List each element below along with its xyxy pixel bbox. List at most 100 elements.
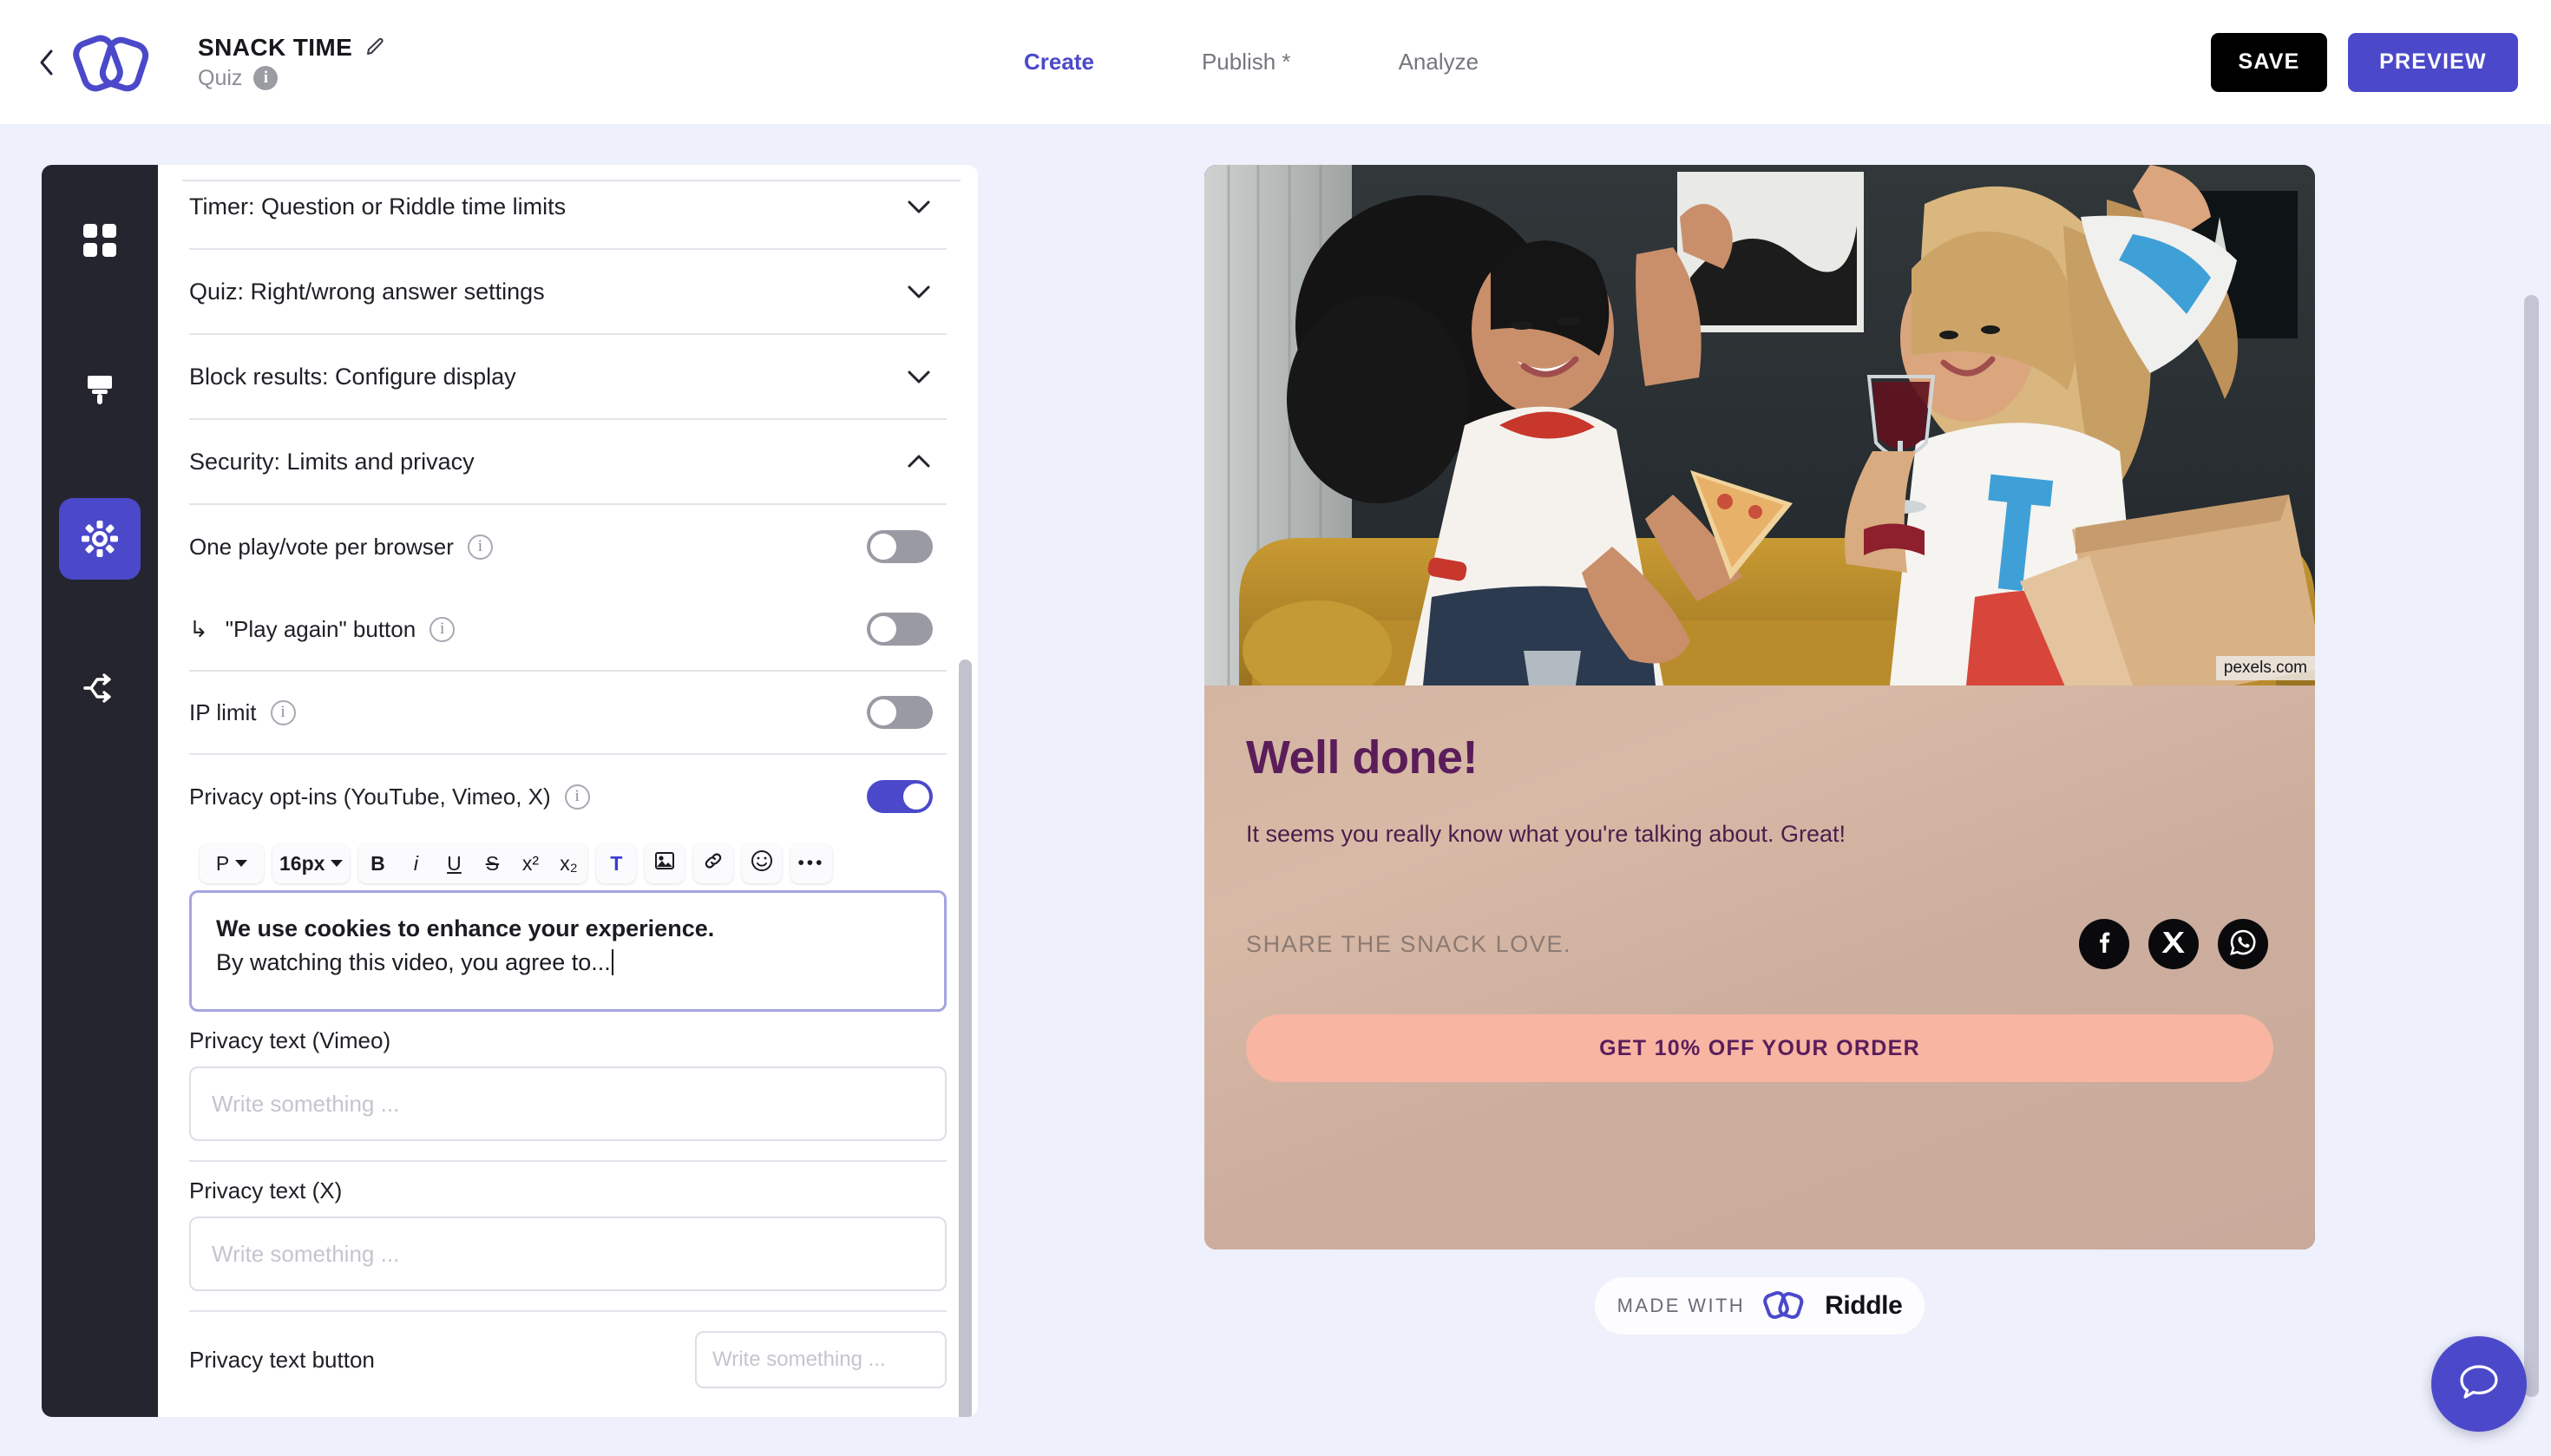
italic-label: i [413, 851, 418, 875]
info-icon[interactable]: i [564, 784, 590, 810]
link-icon [703, 850, 724, 876]
privacy-text-editor: P 16px B i U S x² x₂ T ••• We use cookie… [189, 838, 947, 1012]
accordion-block-results[interactable]: Block results: Configure display [189, 335, 947, 420]
toggle-ip-limit[interactable] [867, 696, 933, 729]
subscript-button[interactable]: x₂ [549, 843, 587, 883]
underline-button[interactable]: U [435, 843, 473, 883]
info-icon[interactable]: i [467, 534, 493, 560]
result-subtitle: It seems you really know what you're tal… [1246, 821, 1846, 847]
x-share-button[interactable] [2148, 919, 2199, 969]
strikethrough-label: S [485, 851, 500, 875]
setting-label: Privacy opt-ins (YouTube, Vimeo, X) [189, 783, 551, 810]
tab-analyze[interactable]: Analyze [1399, 49, 1479, 75]
chevron-down-icon [905, 363, 933, 390]
editor-toolbar: P 16px B i U S x² x₂ T ••• [189, 842, 947, 889]
tab-create[interactable]: Create [1024, 49, 1094, 75]
toggle-knob [870, 699, 896, 725]
project-type-label: Quiz [198, 65, 243, 90]
text-caret [611, 949, 613, 976]
facebook-icon [2089, 928, 2119, 961]
sidebar-item-share[interactable] [59, 647, 141, 729]
result-photo: pexels.com [1204, 165, 2315, 685]
whatsapp-icon [2228, 928, 2258, 961]
save-button[interactable]: SAVE [2211, 32, 2327, 92]
made-with-label: MADE WITH [1617, 1295, 1746, 1316]
chevron-up-icon [905, 448, 933, 475]
sidebar-item-settings[interactable] [59, 498, 141, 580]
block-format-label: P [215, 851, 230, 875]
grid-icon [82, 222, 118, 259]
privacy-text-youtube-input[interactable]: We use cookies to enhance your experienc… [189, 890, 947, 1012]
page-scrollbar[interactable] [2524, 295, 2539, 1397]
accordion-security[interactable]: Security: Limits and privacy [189, 420, 947, 505]
project-title-block: SNACK TIME Quiz i [198, 34, 386, 91]
more-options-button[interactable]: ••• [790, 843, 832, 883]
info-icon[interactable]: i [430, 616, 456, 642]
cta-button[interactable]: GET 10% OFF YOUR ORDER [1246, 1014, 2273, 1082]
sidebar-item-design[interactable] [59, 349, 141, 430]
block-format-dropdown[interactable]: P [200, 843, 264, 883]
italic-button[interactable]: i [397, 843, 435, 883]
setting-one-play-per-browser: One play/vote per browser i [189, 505, 947, 588]
emoji-icon [751, 849, 773, 877]
toggle-one-play-per-browser[interactable] [867, 530, 933, 563]
accordion-timer[interactable]: Timer: Question or Riddle time limits [189, 165, 947, 250]
chevron-down-icon [235, 860, 248, 867]
subscript-label: x₂ [560, 851, 578, 875]
superscript-button[interactable]: x² [511, 843, 549, 883]
bold-button[interactable]: B [358, 843, 397, 883]
editor-line-2-text: By watching this video, you agree to... [216, 949, 611, 976]
info-icon[interactable]: i [253, 66, 279, 90]
page-title: SNACK TIME [198, 33, 353, 61]
riddle-logo-icon[interactable] [66, 23, 156, 102]
toggle-play-again-button[interactable] [867, 613, 933, 646]
paintbrush-icon [82, 371, 118, 408]
settings-panel: Timer: Question or Riddle time limits Qu… [158, 165, 978, 1417]
riddle-logo-icon [1762, 1287, 1807, 1326]
field-label: Privacy text (X) [189, 1177, 343, 1203]
tab-publish[interactable]: Publish * [1202, 49, 1291, 75]
settings-panel-scrollbar[interactable] [959, 659, 972, 1417]
topbar-actions: SAVE PREVIEW [2211, 0, 2518, 124]
privacy-text-x-input[interactable] [189, 1217, 947, 1291]
toggle-privacy-optins[interactable] [867, 780, 933, 813]
quiz-preview-card: pexels.com Well done! It seems you reall… [1204, 165, 2315, 1249]
field-privacy-text-vimeo: Privacy text (Vimeo) [189, 1012, 947, 1162]
privacy-text-button-input[interactable] [695, 1331, 947, 1388]
strikethrough-button[interactable]: S [473, 843, 511, 883]
font-size-dropdown[interactable]: 16px [272, 843, 351, 883]
accordion-quiz[interactable]: Quiz: Right/wrong answer settings [189, 250, 947, 335]
result-title: Well done! [1246, 731, 1479, 784]
whatsapp-share-button[interactable] [2218, 919, 2268, 969]
ellipsis-icon: ••• [797, 853, 825, 873]
info-icon[interactable]: i [270, 699, 296, 725]
pencil-icon[interactable] [365, 37, 386, 58]
preview-button[interactable]: PREVIEW [2348, 32, 2518, 92]
setting-label: One play/vote per browser [189, 533, 454, 560]
text-color-label: T [610, 851, 623, 875]
accordion-quiz-label: Quiz: Right/wrong answer settings [189, 278, 545, 305]
insert-emoji-button[interactable] [742, 843, 783, 883]
back-button[interactable] [31, 45, 61, 80]
toggle-knob [870, 616, 896, 642]
sidebar-item-blocks[interactable] [59, 200, 141, 281]
text-color-button[interactable]: T [596, 843, 637, 883]
image-icon [654, 850, 675, 876]
toggle-knob [903, 784, 929, 810]
text-style-group: B i U S x² x₂ [358, 843, 588, 883]
left-icon-rail [42, 165, 158, 1417]
photo-credit-label: pexels.com [2215, 656, 2315, 680]
chevron-down-icon [905, 193, 933, 220]
insert-image-button[interactable] [645, 843, 685, 883]
facebook-share-button[interactable] [2079, 919, 2129, 969]
insert-link-button[interactable] [693, 843, 734, 883]
sub-item-arrow-icon: ↳ [189, 615, 208, 642]
chevron-down-icon [331, 860, 344, 867]
made-with-riddle-badge[interactable]: MADE WITH Riddle [1595, 1277, 1925, 1335]
bold-label: B [371, 851, 385, 875]
social-buttons [2079, 919, 2268, 969]
chat-support-button[interactable] [2431, 1336, 2527, 1432]
privacy-text-vimeo-input[interactable] [189, 1066, 947, 1141]
chevron-down-icon [905, 278, 933, 305]
gear-icon [81, 520, 119, 558]
